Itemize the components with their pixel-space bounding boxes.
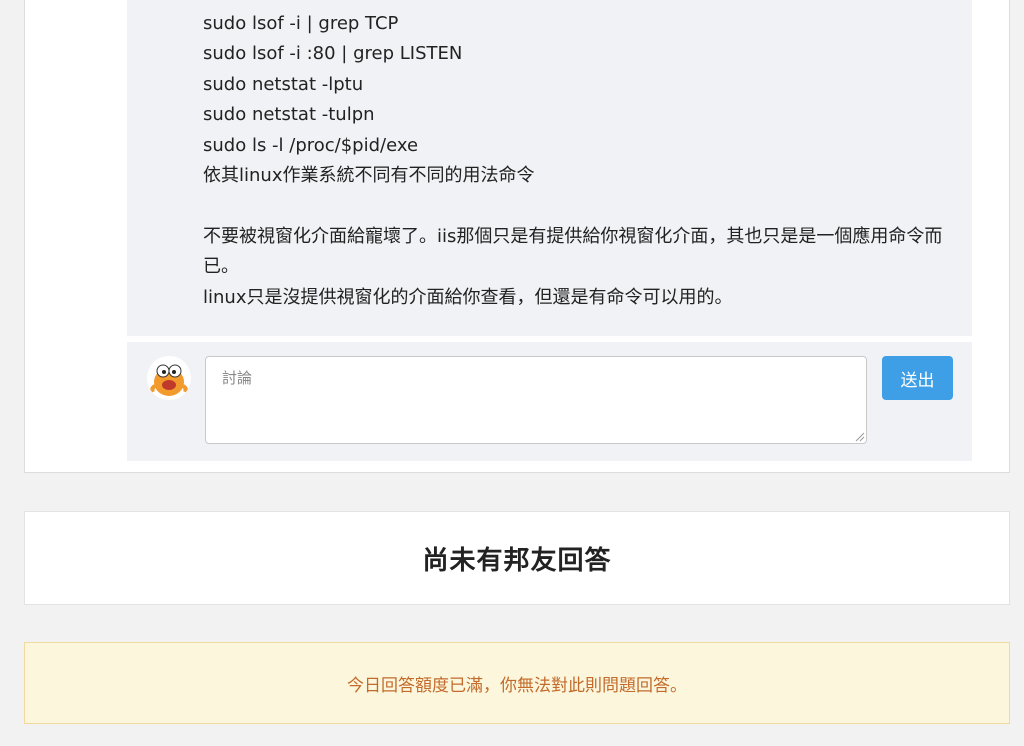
comment-line: sudo netstat -tulpn — [203, 104, 375, 125]
send-button[interactable]: 送出 — [882, 356, 953, 400]
comment-spacer — [203, 192, 963, 222]
quota-notice-text: 今日回答額度已滿，你無法對此則問題回答。 — [347, 675, 687, 696]
user-avatar[interactable] — [147, 356, 191, 400]
comment-paragraph: linux只是沒提供視窗化的介面給你查看，但還是有命令可以用的。 — [203, 286, 733, 308]
comment-paragraph: 不要被視窗化介面給寵壞了。iis那個只是有提供給你視窗化介面，其也只是是一個應用… — [203, 225, 943, 278]
comment-line: sudo netstat -lptu — [203, 73, 364, 95]
comment-body: sudo lsof -i sudo lsof -i | grep TCP sud… — [203, 0, 963, 313]
no-answer-panel: 尚未有邦友回答 — [24, 511, 1010, 605]
discussion-input[interactable] — [205, 356, 867, 444]
comment-line: sudo lsof -i | grep TCP — [203, 12, 399, 34]
reply-area: 送出 — [127, 342, 972, 461]
comment-line: sudo lsof -i — [203, 0, 963, 9]
no-answer-title: 尚未有邦友回答 — [422, 545, 612, 576]
cartoon-fish-avatar-icon — [147, 356, 191, 400]
resize-grip-icon[interactable] — [855, 432, 865, 442]
comment-line: sudo ls -l /proc/$pid/exe — [203, 134, 419, 156]
quota-notice: 今日回答額度已滿，你無法對此則問題回答。 — [24, 642, 1010, 724]
comment-block: sudo lsof -i sudo lsof -i | grep TCP sud… — [127, 0, 972, 336]
comment-line: sudo lsof -i :80 | grep LISTEN — [203, 43, 463, 64]
comment-line: 依其linux作業系統不同有不同的用法命令 — [203, 165, 535, 186]
